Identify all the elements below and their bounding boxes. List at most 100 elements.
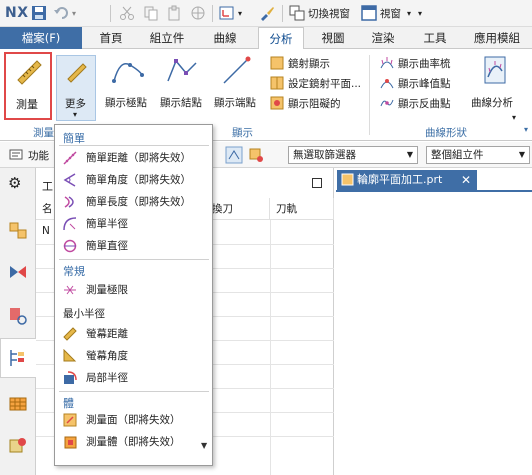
customize-dropdown-icon[interactable]: ▾ [418, 9, 422, 18]
window-menu-label[interactable]: 視窗 [380, 6, 401, 21]
tab-render[interactable]: 渲染 [360, 27, 406, 49]
snap-point-icon[interactable] [225, 146, 243, 164]
column-header-tool-change[interactable]: 換刀 [206, 198, 270, 220]
column-header-tool-path[interactable]: 刀軌 [270, 198, 334, 220]
show-curvature-comb-label[interactable]: 顯示曲率梳 [398, 56, 451, 71]
menu-tab-bar: 檔案(F) 首頁 組立件 曲線 分析 視圖 渲染 工具 應用模組 [0, 27, 532, 50]
show-knot-point-label[interactable]: 顯示結點 [160, 95, 202, 110]
menu-item-measure-face[interactable]: 測量面（即將失效） [56, 409, 210, 431]
measure-button[interactable]: 測量 [4, 52, 52, 120]
tab-view[interactable]: 視圖 [310, 27, 356, 49]
menu-item-measure-limit[interactable]: 測量極限 [56, 279, 210, 301]
measure-limit-icon [64, 285, 76, 295]
simple-length-icon [64, 196, 74, 208]
part-file-tab[interactable]: 輪廓平面加工.prt ✕ [337, 170, 477, 190]
function-label[interactable]: 功能 [28, 148, 49, 163]
section-regular-label: 常規 [63, 265, 85, 278]
selection-scope-icon[interactable] [247, 146, 265, 164]
curve-analysis-dropdown-icon[interactable]: ▾ [512, 113, 516, 122]
section-simple-label: 簡單 [63, 132, 85, 145]
window-dropdown-icon[interactable]: ▾ [407, 9, 411, 18]
menu-item-screen-distance[interactable]: 螢幕距離 [56, 323, 210, 345]
scroll-down-icon[interactable]: ▼ [201, 441, 207, 450]
show-extreme-point-label[interactable]: 顯示極點 [105, 95, 147, 110]
separator [369, 55, 370, 135]
menu-item-simple-diameter[interactable]: 簡單直徑 [56, 235, 210, 257]
operation-navigator-tab[interactable] [0, 338, 36, 378]
group-measure-label: 測量 [33, 127, 54, 139]
tab-home[interactable]: 首頁 [88, 27, 134, 49]
constraint-navigator-icon[interactable] [8, 262, 28, 282]
grid-column-line [270, 220, 271, 475]
menu-divider [59, 391, 209, 392]
assembly-scope-value: 整個組立件 [431, 149, 484, 161]
part-navigator-icon[interactable] [8, 306, 28, 326]
ruler-icon [17, 60, 42, 85]
switch-window-label[interactable]: 切換視窗 [308, 6, 350, 21]
menu-item-measure-body[interactable]: 測量體（即將失效） [56, 431, 210, 453]
file-menu-tab[interactable]: 檔案(F) [0, 27, 82, 49]
tab-analysis[interactable]: 分析 [258, 27, 304, 50]
transform-icon[interactable] [190, 5, 206, 21]
undo-icon[interactable] [53, 5, 69, 21]
maximize-icon[interactable] [312, 178, 322, 188]
save-icon[interactable] [31, 5, 47, 21]
simple-angle-icon [63, 173, 76, 187]
mirror-display-label[interactable]: 鏡射顯示 [288, 56, 330, 71]
settings-gear-icon[interactable]: ⚙ [8, 174, 21, 192]
reuse-library-icon[interactable] [8, 434, 28, 454]
selection-filter-value: 無選取篩選器 [293, 149, 356, 161]
menu-item-screen-angle[interactable]: 螢幕角度 [56, 345, 210, 367]
set-mirror-plane-label[interactable]: 設定鏡射平面... [288, 76, 361, 91]
navigator-row-text[interactable]: N [42, 225, 50, 237]
menu-item-simple-distance[interactable]: 簡單距離（即將失效） [56, 147, 210, 169]
resource-bar: ⚙ [0, 168, 36, 475]
tab-applications[interactable]: 應用模組 [465, 27, 529, 49]
tab-curve[interactable]: 曲線 [202, 27, 248, 49]
part-file-icon [341, 173, 354, 186]
more-ruler-icon [67, 63, 87, 83]
tab-assembly[interactable]: 組立件 [140, 27, 194, 49]
show-blocking-icon [270, 96, 284, 110]
copy-icon[interactable] [143, 5, 159, 21]
menu-divider [59, 145, 209, 146]
mirror-display-icon [270, 56, 284, 70]
view-triad-icon[interactable] [219, 5, 235, 21]
more-button[interactable]: 更多 ▾ [56, 55, 96, 121]
show-blocking-label[interactable]: 顯示阻礙的 [288, 96, 341, 111]
curve-analysis-icon [484, 56, 506, 84]
menu-item-local-radius[interactable]: 局部半徑 [56, 367, 210, 389]
view-dropdown-icon[interactable]: ▾ [238, 9, 242, 18]
navigator-title: 工 [42, 180, 53, 193]
show-end-point-label[interactable]: 顯示端點 [214, 95, 256, 110]
show-inflection-label[interactable]: 顯示反曲點 [398, 96, 451, 111]
switch-window-icon[interactable] [289, 5, 305, 21]
cut-icon[interactable] [119, 5, 135, 21]
menu-item-min-radius[interactable]: 最小半徑 [63, 306, 105, 321]
menu-item-simple-length[interactable]: 簡單長度（即將失效） [56, 191, 210, 213]
assembly-navigator-icon[interactable] [8, 220, 28, 240]
menu-divider [59, 259, 209, 260]
curve-analysis-label[interactable]: 曲線分析 [471, 95, 513, 110]
brush-icon[interactable] [259, 5, 275, 21]
show-peak-point-label[interactable]: 顯示峰值點 [398, 76, 451, 91]
assembly-scope-select[interactable]: 整個組立件 ▼ [426, 146, 530, 164]
close-tab-icon[interactable]: ✕ [461, 170, 471, 190]
separator [282, 5, 283, 22]
paste-icon[interactable] [166, 5, 182, 21]
show-extreme-point-icon [112, 63, 144, 83]
machine-tool-icon[interactable] [8, 392, 28, 412]
show-knot-point-icon [167, 59, 197, 82]
window-icon[interactable] [361, 5, 377, 21]
simple-distance-icon [63, 151, 77, 165]
screen-angle-icon [63, 349, 77, 362]
menu-item-simple-radius[interactable]: 簡單半徑 [56, 213, 210, 235]
separator [110, 5, 111, 22]
menu-item-simple-angle[interactable]: 簡單角度（即將失效） [56, 169, 210, 191]
function-icon[interactable] [9, 147, 23, 161]
undo-dropdown-icon[interactable]: ▾ [72, 9, 76, 18]
tab-tools[interactable]: 工具 [412, 27, 458, 49]
selection-filter-select[interactable]: 無選取篩選器 ▼ [288, 146, 418, 164]
graphics-window[interactable] [336, 190, 532, 475]
group-expand-icon[interactable]: ▾ [524, 125, 528, 134]
